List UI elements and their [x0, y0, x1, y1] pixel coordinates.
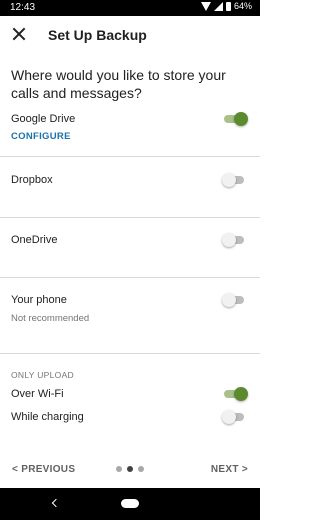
- page-dot: [116, 466, 122, 472]
- page-dot: [138, 466, 144, 472]
- battery-icon: [225, 1, 231, 11]
- divider: [0, 277, 260, 278]
- page-title: Set Up Backup: [48, 27, 147, 43]
- option-label-while-charging: While charging: [11, 411, 84, 423]
- bottom-nav: < PREVIOUS NEXT >: [0, 452, 260, 488]
- dropbox-toggle[interactable]: [222, 173, 248, 187]
- option-label-onedrive: OneDrive: [11, 234, 58, 246]
- over-wifi-toggle[interactable]: [222, 387, 248, 401]
- storage-question: Where would you like to store your calls…: [11, 67, 226, 101]
- previous-button[interactable]: < PREVIOUS: [12, 464, 75, 475]
- app-bar: Set Up Backup: [0, 16, 260, 56]
- back-icon[interactable]: [51, 498, 61, 508]
- option-label-dropbox: Dropbox: [11, 174, 53, 186]
- configure-link[interactable]: CONFIGURE: [11, 131, 71, 142]
- option-label-your-phone: Your phone: [11, 294, 67, 306]
- home-button[interactable]: [121, 499, 139, 508]
- close-icon[interactable]: [12, 27, 26, 41]
- status-icons: 64%: [200, 1, 252, 11]
- option-label-over-wifi: Over Wi-Fi: [11, 388, 64, 400]
- option-label-google-drive: Google Drive: [11, 113, 76, 125]
- next-button[interactable]: NEXT >: [211, 464, 248, 475]
- divider: [0, 156, 260, 157]
- divider: [0, 353, 260, 354]
- your-phone-subtitle: Not recommended: [11, 313, 90, 324]
- divider: [0, 217, 260, 218]
- while-charging-toggle[interactable]: [222, 410, 248, 424]
- system-nav-bar: [0, 488, 260, 520]
- page-indicator: [116, 466, 144, 472]
- status-time: 12:43: [10, 2, 36, 13]
- your-phone-toggle[interactable]: [222, 293, 248, 307]
- page-dot-active: [127, 466, 133, 472]
- section-header-only-upload: ONLY UPLOAD: [11, 370, 74, 380]
- google-drive-toggle[interactable]: [222, 112, 248, 126]
- battery-percent: 64%: [233, 1, 252, 11]
- status-bar: 12:43 64%: [0, 0, 260, 16]
- signal-icon: [213, 1, 223, 11]
- wifi-icon: [200, 1, 211, 11]
- onedrive-toggle[interactable]: [222, 233, 248, 247]
